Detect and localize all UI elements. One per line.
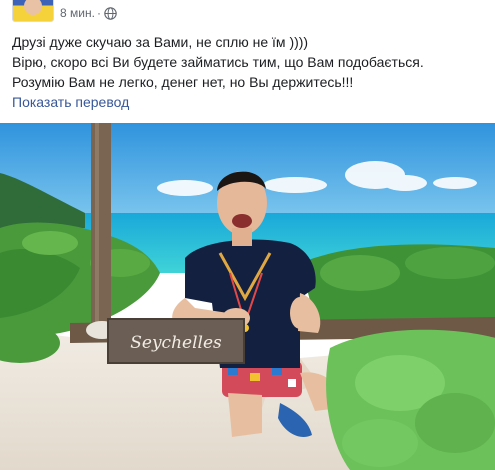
see-translation-link[interactable]: Показать перевод — [12, 94, 129, 110]
sign-text: Seychelles — [130, 333, 222, 353]
post-header: 8 мин. · — [0, 0, 495, 26]
post-text-line: Розумію Вам не легко, денег нет, но Вы д… — [12, 74, 354, 90]
avatar-face — [24, 0, 42, 15]
post-text-line: Вірю, скоро всі Ви будете займатись тим,… — [12, 54, 424, 70]
post-highlight — [95, 123, 99, 323]
globe-icon[interactable] — [104, 7, 117, 20]
wooden-post — [91, 123, 111, 323]
post-text: Друзі дуже скучаю за Вами, не сплю не їм… — [12, 32, 482, 92]
leaf-cluster — [405, 247, 495, 279]
avatar[interactable] — [12, 0, 54, 22]
post-text-line: Друзі дуже скучаю за Вами, не сплю не їм… — [12, 34, 309, 50]
post-photo[interactable]: Seychelles — [0, 123, 495, 470]
leaf-cluster — [320, 255, 400, 291]
post: 8 мин. · Друзі дуже скучаю за Вами, не с… — [0, 0, 495, 470]
meta-separator: · — [97, 6, 101, 20]
timestamp[interactable]: 8 мин. — [60, 6, 95, 20]
